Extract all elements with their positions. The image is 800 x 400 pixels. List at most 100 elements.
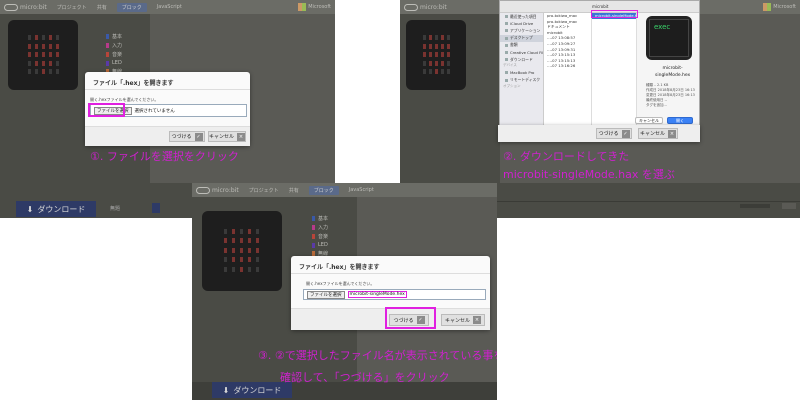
- share-button[interactable]: 共有: [289, 187, 299, 194]
- led: [256, 267, 260, 272]
- led: [422, 69, 426, 74]
- led: [48, 60, 52, 66]
- finder-column-1[interactable]: pro-tokiwa_mac pro-tokiwa_mac ドキュメント microb…: [544, 13, 592, 140]
- close-icon: ×: [473, 316, 481, 324]
- finder-sidebar-item[interactable]: リモートディスク: [500, 77, 543, 84]
- finder-sidebar-item[interactable]: デスクトップ: [500, 34, 543, 42]
- tab-blocks[interactable]: ブロック: [116, 2, 147, 12]
- finder-sidebar-heading: オプション: [503, 83, 521, 88]
- projects-button[interactable]: プロジェクト: [249, 187, 279, 194]
- led: [240, 267, 244, 272]
- led: [224, 228, 228, 234]
- led: [434, 69, 438, 74]
- category-swatch: [312, 242, 315, 248]
- category-label: LED: [318, 242, 328, 248]
- download-icon: ⬇: [26, 204, 34, 214]
- microbit-simulator[interactable]: [8, 20, 78, 90]
- category-item[interactable]: 基本: [312, 215, 328, 222]
- led: [224, 238, 228, 244]
- finder-sidebar-item[interactable]: 書類: [500, 42, 543, 49]
- zoom-control[interactable]: [740, 204, 770, 208]
- cancel-button[interactable]: キャンセル ×: [208, 131, 246, 142]
- led: [27, 60, 31, 66]
- finder-cancel-button[interactable]: キャンセル: [635, 117, 663, 124]
- category-item[interactable]: 入力: [312, 224, 328, 231]
- category-label: 音楽: [112, 52, 123, 58]
- category-item[interactable]: 基本: [106, 33, 122, 40]
- led: [224, 247, 228, 253]
- share-button[interactable]: 共有: [97, 4, 107, 11]
- finder-sidebar-item[interactable]: MacBook Pro: [500, 69, 543, 76]
- led: [440, 43, 444, 49]
- category-item[interactable]: LED: [312, 242, 328, 248]
- microbit-logo[interactable]: micro:bit: [4, 3, 47, 11]
- preview-info-line[interactable]: タグを追加...: [646, 103, 695, 108]
- led: [232, 267, 236, 272]
- led: [434, 35, 438, 41]
- check-icon: ✓: [194, 132, 203, 141]
- project-name[interactable]: 無題: [110, 205, 120, 212]
- bottom-divider: [497, 201, 800, 202]
- preview-info: 種類 – 2.1 KB 作成日 2018年8月23日 16:13 変更日 2018年…: [646, 83, 695, 108]
- finder-sidebar-item[interactable]: Creative Cloud Files: [500, 49, 543, 56]
- led: [48, 69, 52, 74]
- tab-blocks[interactable]: ブロック: [308, 185, 339, 195]
- led: [422, 43, 426, 49]
- file-preview-icon: exec: [646, 16, 692, 60]
- category-item[interactable]: 音楽: [312, 233, 328, 240]
- cancel-button[interactable]: キャンセル ×: [441, 314, 485, 326]
- category-item[interactable]: 入力: [106, 42, 122, 49]
- file-name-text: 選択されていません: [134, 108, 175, 114]
- tab-javascript[interactable]: JavaScript: [157, 4, 182, 10]
- folder-icon: [505, 15, 508, 19]
- category-item[interactable]: 音楽: [106, 51, 122, 58]
- cancel-button[interactable]: キャンセル ×: [638, 128, 678, 139]
- finder-sidebar-item[interactable]: アプリケーション: [500, 27, 543, 34]
- category-label: 基本: [318, 216, 329, 222]
- finder-sidebar: 最近使った項目 iCloud Drive アプリケーション デスクトップ 書類 Creat…: [500, 13, 544, 140]
- led: [240, 247, 244, 253]
- finder-column-2[interactable]: microbit-singleMode.hex: [592, 13, 637, 140]
- microbit-logo[interactable]: micro:bit: [404, 3, 447, 11]
- led: [422, 52, 426, 58]
- caption-step2-line1: ②. ダウンロードしてきた: [503, 150, 630, 163]
- finder-open-button[interactable]: 開く: [667, 117, 693, 124]
- save-button[interactable]: [152, 203, 160, 213]
- microbit-simulator[interactable]: [406, 20, 466, 90]
- category-item[interactable]: LED: [106, 60, 122, 66]
- microbit-logo[interactable]: micro:bit: [196, 186, 239, 194]
- editor-panel-step3: micro:bit プロジェクト 共有 ブロック JavaScript 基本入力…: [192, 183, 497, 400]
- highlight-choose-file: [88, 103, 125, 117]
- category-list: 基本入力音楽LED無線: [106, 33, 122, 75]
- finder-sidebar-item[interactable]: iCloud Drive: [500, 20, 543, 27]
- led: [34, 69, 38, 74]
- led: [440, 35, 444, 41]
- led: [34, 35, 38, 41]
- microbit-simulator[interactable]: [202, 211, 282, 291]
- file-input[interactable]: ファイルを選択 microbit-singleMode.hex: [303, 289, 486, 300]
- choose-file-button[interactable]: ファイルを選択: [307, 290, 345, 299]
- undo-button[interactable]: [782, 203, 796, 209]
- led: [446, 35, 450, 41]
- tab-javascript[interactable]: JavaScript: [349, 187, 374, 193]
- led: [440, 52, 444, 58]
- dialog-title: ファイル「.hex」を開きます: [93, 80, 174, 87]
- projects-button[interactable]: プロジェクト: [57, 4, 87, 11]
- finder-path[interactable]: microbit: [592, 4, 608, 9]
- led: [446, 69, 450, 74]
- led: [232, 238, 236, 244]
- category-label: LED: [112, 60, 122, 66]
- led: [27, 69, 31, 74]
- led: [434, 60, 438, 66]
- led: [434, 43, 438, 49]
- tutorial-collage: micro:bit プロジェクト 共有 ブロック JavaScript Micr…: [0, 0, 800, 400]
- led: [428, 60, 432, 66]
- microsoft-logo: Microsoft: [298, 3, 331, 11]
- finder-sidebar-item[interactable]: 最近使った項目: [500, 13, 543, 20]
- finder-date: …-07 13:16:26: [547, 63, 576, 69]
- continue-button[interactable]: つづける ✓: [596, 128, 632, 139]
- continue-button[interactable]: つづける ✓: [169, 131, 205, 142]
- caption-step3-line1: ③. ②で選択したファイル名が表示されている事を: [258, 349, 497, 362]
- category-list: 基本入力音楽LED無線: [312, 215, 328, 257]
- download-button[interactable]: ⬇ ダウンロード: [16, 201, 96, 217]
